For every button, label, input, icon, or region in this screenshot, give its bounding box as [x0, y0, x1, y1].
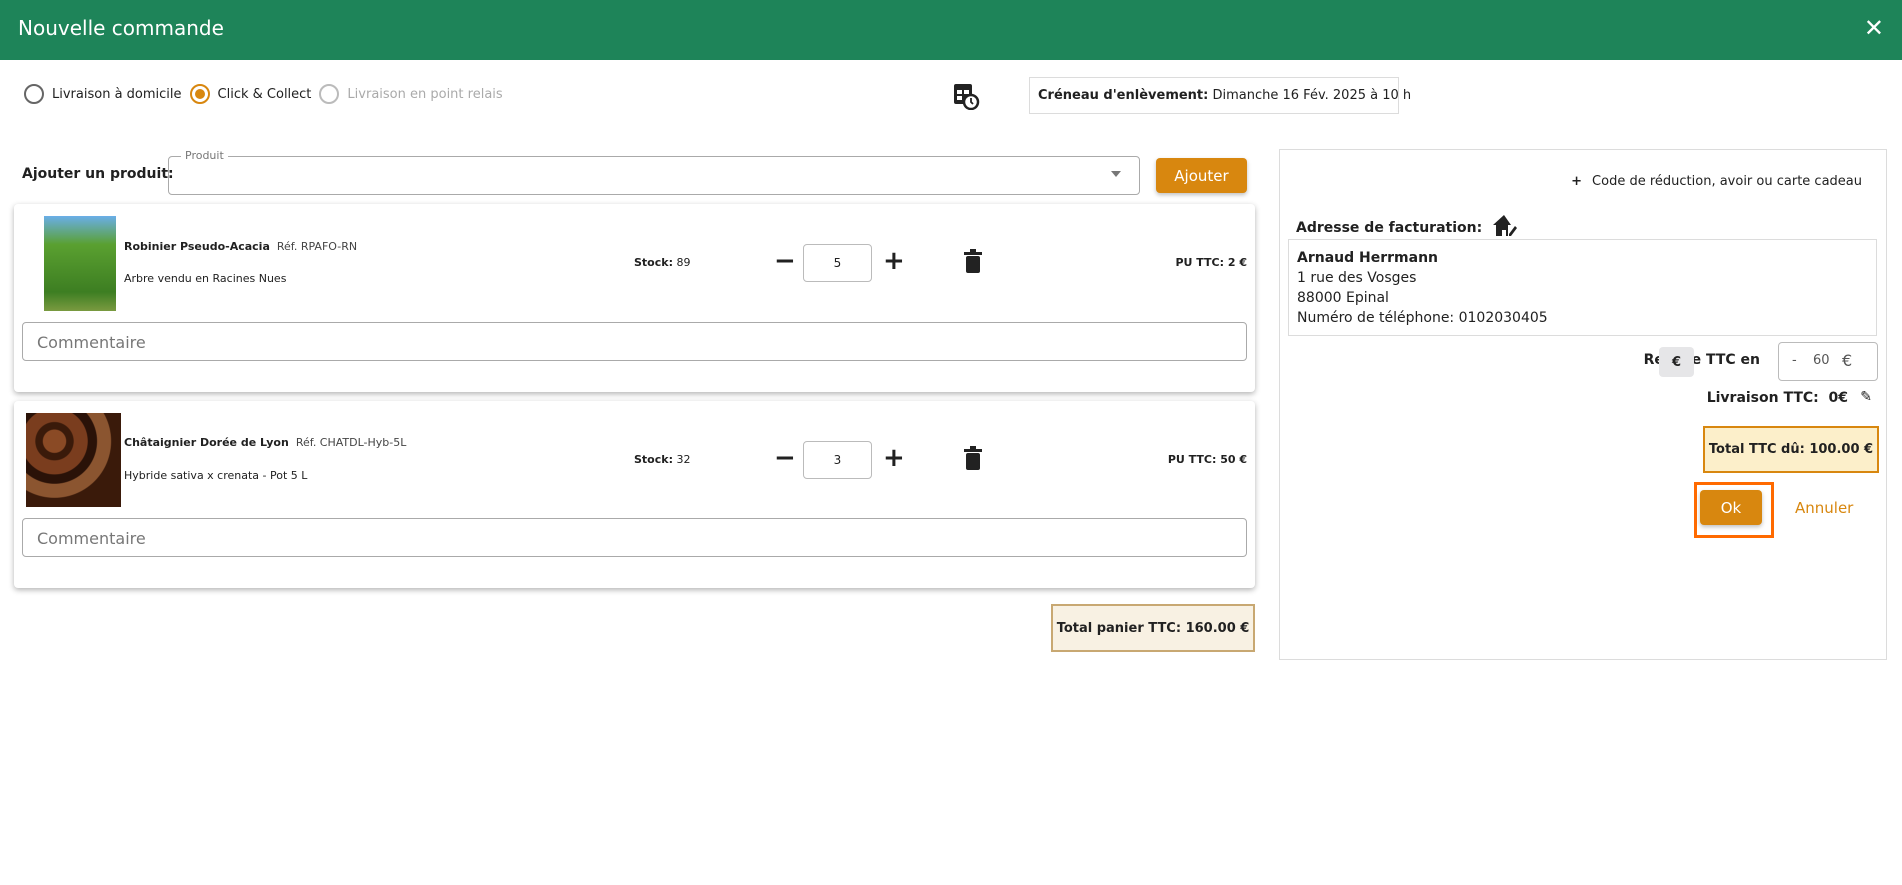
- add-product-button[interactable]: Ajouter: [1156, 158, 1247, 193]
- unit-price: PU TTC: 2 €: [1175, 256, 1247, 269]
- product-ref: Réf. CHATDL-Hyb-5L: [295, 436, 407, 449]
- pickup-slot-label: Créneau d'enlèvement:: [1038, 88, 1209, 103]
- plus-icon[interactable]: +: [883, 443, 905, 473]
- dialog-header: Nouvelle commande ✕: [0, 0, 1902, 60]
- remise-unit-toggle[interactable]: €: [1659, 347, 1694, 377]
- delivery-options: Livraison à domicile Click & Collect Liv…: [24, 84, 503, 104]
- edit-home-icon[interactable]: [1492, 214, 1518, 242]
- radio-home-delivery[interactable]: Livraison à domicile: [24, 84, 182, 104]
- minus-icon[interactable]: −: [774, 246, 796, 276]
- radio-label: Livraison à domicile: [52, 86, 182, 102]
- address-name: Arnaud Herrmann: [1297, 250, 1439, 266]
- radio-label: Livraison en point relais: [347, 86, 503, 102]
- product-description: Hybride sativa x crenata - Pot 5 L: [124, 469, 308, 482]
- cancel-button[interactable]: Annuler: [1795, 499, 1853, 517]
- comment-input[interactable]: Commentaire: [22, 322, 1247, 361]
- product-name: Robinier Pseudo-Acacia: [124, 240, 270, 253]
- total-due: Total TTC dû: 100.00 €: [1703, 426, 1879, 473]
- plus-icon: +: [1571, 174, 1583, 189]
- close-icon[interactable]: ✕: [1864, 14, 1884, 42]
- product-image: [26, 413, 121, 507]
- product-card: Robinier Pseudo-Acacia Réf. RPAFO-RN Arb…: [14, 204, 1255, 392]
- remise-input[interactable]: - 60 €: [1778, 342, 1878, 381]
- radio-click-collect[interactable]: Click & Collect: [189, 84, 312, 104]
- product-stock: Stock: 89: [634, 256, 690, 269]
- order-summary-panel: + Code de réduction, avoir ou carte cade…: [1279, 149, 1887, 660]
- radio-relay-point[interactable]: Livraison en point relais: [319, 84, 503, 104]
- product-title: Robinier Pseudo-Acacia Réf. RPAFO-RN: [124, 240, 357, 253]
- delivery-cost: Livraison TTC: 0€: [1706, 390, 1848, 406]
- product-select[interactable]: Produit: [168, 149, 1140, 195]
- product-name: Châtaignier Dorée de Lyon: [124, 436, 289, 449]
- quantity-input[interactable]: 3: [803, 441, 872, 479]
- dropdown-arrow-icon: [1111, 171, 1121, 177]
- product-description: Arbre vendu en Racines Nues: [124, 272, 287, 285]
- pickup-slot-value: Dimanche 16 Fév. 2025 à 10 h: [1212, 88, 1412, 103]
- product-image: [44, 216, 116, 311]
- trash-icon[interactable]: [964, 446, 982, 474]
- stock-label: Stock:: [634, 453, 673, 466]
- plus-icon[interactable]: +: [883, 246, 905, 276]
- remise-suffix: €: [1842, 351, 1853, 370]
- discount-code-label: Code de réduction, avoir ou carte cadeau: [1592, 174, 1862, 189]
- discount-code-link[interactable]: + Code de réduction, avoir ou carte cade…: [1571, 174, 1862, 189]
- add-product-label: Ajouter un produit:: [22, 166, 174, 182]
- product-ref: Réf. RPAFO-RN: [276, 240, 358, 253]
- product-title: Châtaignier Dorée de Lyon Réf. CHATDL-Hy…: [124, 436, 406, 449]
- billing-address: Arnaud Herrmann 1 rue des Vosges 88000 E…: [1288, 239, 1877, 336]
- minus-icon[interactable]: −: [774, 443, 796, 473]
- billing-address-heading: Adresse de facturation:: [1296, 214, 1518, 242]
- product-card: Châtaignier Dorée de Lyon Réf. CHATDL-Hy…: [14, 401, 1255, 588]
- edit-pencil-icon[interactable]: ✎: [1860, 389, 1872, 405]
- comment-input[interactable]: Commentaire: [22, 518, 1247, 557]
- calendar-clock-icon[interactable]: [952, 82, 980, 114]
- address-street: 1 rue des Vosges: [1297, 270, 1417, 286]
- trash-icon[interactable]: [964, 249, 982, 277]
- stock-label: Stock:: [634, 256, 673, 269]
- product-stock: Stock: 32: [634, 453, 690, 466]
- dialog-title: Nouvelle commande: [18, 16, 224, 40]
- pickup-slot: Créneau d'enlèvement: Dimanche 16 Fév. 2…: [1029, 77, 1411, 114]
- radio-label: Click & Collect: [217, 86, 312, 102]
- stock-value: 89: [676, 256, 691, 269]
- billing-label: Adresse de facturation:: [1296, 220, 1483, 236]
- quantity-input[interactable]: 5: [803, 244, 872, 282]
- cart-total: Total panier TTC: 160.00 €: [1051, 604, 1255, 652]
- address-city: 88000 Epinal: [1297, 290, 1389, 306]
- product-select-label: Produit: [181, 149, 228, 162]
- stock-value: 32: [676, 453, 691, 466]
- unit-price: PU TTC: 50 €: [1167, 453, 1247, 466]
- remise-sign: -: [1792, 353, 1797, 368]
- address-phone: Numéro de téléphone: 0102030405: [1297, 310, 1548, 326]
- remise-value: 60: [1813, 353, 1830, 368]
- ok-button[interactable]: Ok: [1700, 490, 1762, 525]
